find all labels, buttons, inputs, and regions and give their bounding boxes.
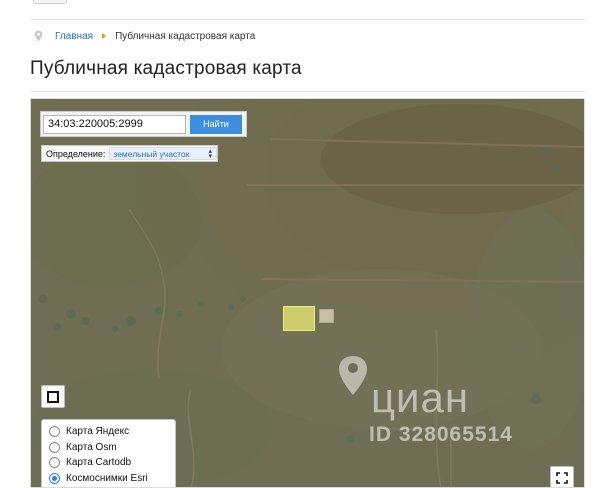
definition-label: Определение:	[46, 148, 106, 159]
map-pin-icon	[34, 30, 43, 42]
watermark-brand: циан	[371, 374, 470, 421]
fullscreen-toggle-button[interactable]	[41, 385, 65, 408]
divider	[30, 91, 585, 92]
watermark-id: ID 328065514	[369, 423, 513, 446]
building-footprint	[319, 309, 334, 323]
definition-selected-value: земельный участок	[113, 148, 190, 159]
breadcrumb-home-link[interactable]: Главная	[55, 31, 93, 42]
fullscreen-icon	[47, 390, 59, 403]
radio-button[interactable]	[49, 426, 60, 438]
layer-label: Карта Cartodb	[66, 457, 132, 469]
layer-label: Карта Osm	[66, 441, 117, 453]
radio-button-selected[interactable]	[49, 472, 60, 484]
top-button[interactable]	[33, 0, 67, 4]
cadastral-map[interactable]: циан ID 328065514 Найти Определение: зем…	[30, 98, 585, 488]
base-layer-switcher: Карта Яндекс Карта Osm Карта Cartodb Кос…	[41, 419, 176, 487]
map-fullscreen-button[interactable]	[550, 466, 574, 487]
breadcrumb-current: Публичная кадастровая карта	[115, 30, 256, 42]
definition-control: Определение: земельный участок ▴ ▾	[41, 145, 218, 162]
fullscreen-icon	[556, 471, 568, 484]
layer-option[interactable]: Карта Яндекс	[49, 424, 175, 440]
layer-option[interactable]: Космоснимки Esri	[49, 471, 175, 487]
layer-label: Карта Яндекс	[66, 426, 130, 438]
cian-watermark: циан ID 328065514	[333, 352, 573, 452]
definition-select[interactable]: земельный участок ▴ ▾	[109, 147, 217, 160]
select-arrows-icon: ▴ ▾	[208, 148, 212, 160]
cadastral-number-input[interactable]	[43, 114, 186, 134]
page-title: Публичная кадастровая карта	[30, 58, 302, 79]
layer-option[interactable]: Карта Osm	[49, 440, 175, 456]
breadcrumb: Главная Публичная кадастровая карта	[34, 29, 255, 43]
find-button[interactable]: Найти	[190, 114, 242, 134]
cadastral-search: Найти	[40, 111, 247, 137]
radio-button[interactable]	[49, 441, 60, 453]
breadcrumb-separator-icon	[102, 33, 107, 39]
layer-label: Космоснимки Esri	[66, 472, 148, 484]
layer-option[interactable]: Карта Cartodb	[49, 455, 175, 471]
land-parcel-highlight[interactable]	[283, 306, 315, 331]
divider	[30, 19, 585, 20]
radio-button[interactable]	[49, 457, 60, 469]
